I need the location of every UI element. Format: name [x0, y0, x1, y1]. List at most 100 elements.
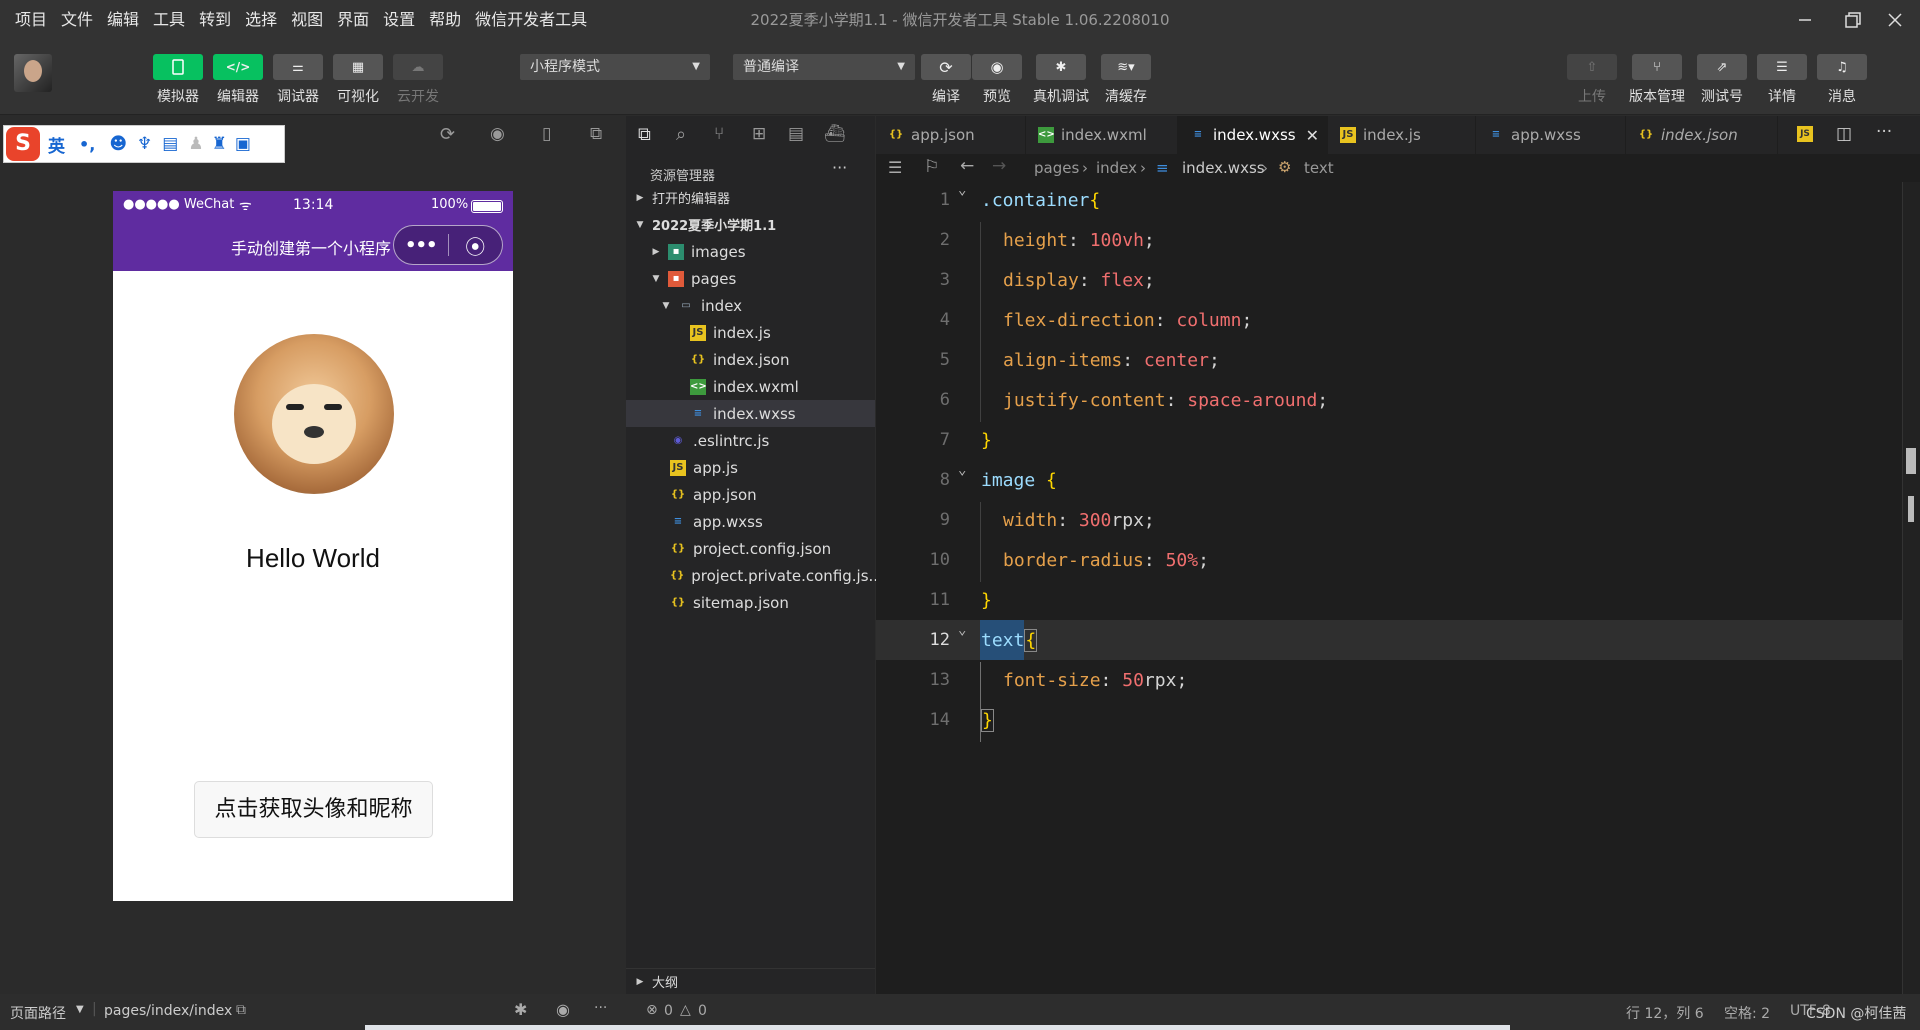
back-arrow-icon[interactable]: ← [960, 156, 974, 176]
list-icon[interactable]: ☰ [888, 158, 902, 177]
menu-tools[interactable]: 工具 [146, 0, 192, 40]
docker-icon[interactable]: ⛴ [824, 124, 846, 144]
tree-folder-pages[interactable]: ▼ ▪ pages [626, 265, 875, 292]
tree-file-index-json[interactable]: {} index.json [626, 346, 875, 373]
tree-file-sitemap[interactable]: {} sitemap.json [626, 589, 875, 616]
tree-file-app-js[interactable]: JS app.js [626, 454, 875, 481]
chevron-down-icon[interactable]: ▼ [76, 1004, 84, 1015]
menu-edit[interactable]: 编辑 [100, 0, 146, 40]
user-icon[interactable]: ♟ [188, 134, 203, 154]
menu-interface[interactable]: 界面 [330, 0, 376, 40]
tree-file-app-json[interactable]: {} app.json [626, 481, 875, 508]
bookmark-icon[interactable]: ⚐ [924, 157, 939, 177]
menu-project[interactable]: 项目 [0, 0, 54, 40]
visual-button[interactable]: ▦ 可视化 [333, 54, 383, 106]
layout-panel-icon[interactable]: ▤ [788, 124, 804, 144]
tab-index-wxss[interactable]: ≡ index.wxss ✕ [1178, 116, 1328, 154]
outline-section[interactable]: ▶ 大纲 [626, 968, 875, 994]
menu-settings[interactable]: 设置 [376, 0, 422, 40]
fold-chevron-icon[interactable]: ⌄ [958, 462, 966, 478]
punctuation-icon[interactable]: •, [79, 135, 95, 154]
tab-index-js[interactable]: JS index.js [1328, 116, 1476, 154]
tree-file-app-wxss[interactable]: ≡ app.wxss [626, 508, 875, 535]
more-actions-icon[interactable]: ··· [832, 158, 847, 177]
menu-select[interactable]: 选择 [238, 0, 284, 40]
close-window-button[interactable] [1870, 0, 1920, 40]
ime-language[interactable]: 英 [48, 132, 65, 157]
more-icon[interactable]: ··· [1876, 122, 1892, 142]
minimize-button[interactable] [1780, 0, 1830, 40]
version-button[interactable]: ⑂ 版本管理 [1629, 54, 1685, 106]
tree-file-project-config[interactable]: {} project.config.json [626, 535, 875, 562]
tree-file-index-js[interactable]: JS index.js [626, 319, 875, 346]
emoji-icon[interactable]: ☻ [109, 134, 127, 154]
indentation[interactable]: 空格: 2 [1724, 1003, 1770, 1023]
clear-cache-button[interactable]: ≋▾ 清缓存 [1101, 54, 1151, 106]
menu-wechat-devtools[interactable]: 微信开发者工具 [468, 0, 594, 40]
microphone-icon[interactable]: ♆ [137, 134, 152, 154]
menu-view[interactable]: 视图 [284, 0, 330, 40]
detach-window-icon[interactable]: ⧉ [590, 124, 602, 144]
more-dots-icon[interactable]: ••• [394, 235, 448, 256]
rotate-icon[interactable]: ⟳ [440, 124, 455, 145]
messages-button[interactable]: ♫ 消息 [1817, 54, 1867, 106]
debugger-button[interactable]: ⚌ 调试器 [273, 54, 323, 106]
tree-file-index-wxss[interactable]: ≡ index.wxss [626, 400, 875, 427]
bug-icon[interactable]: ✱ [514, 1000, 527, 1019]
extensions-icon[interactable]: ⊞ [752, 124, 766, 144]
open-editors-section[interactable]: ▶ 打开的编辑器 [626, 184, 875, 211]
breadcrumb-symbol[interactable]: text [1304, 159, 1334, 177]
files-icon[interactable]: ⧉ [638, 124, 651, 145]
compile-mode-select[interactable]: 普通编译 ▼ [733, 54, 915, 80]
upload-button[interactable]: ⇧ 上传 [1567, 54, 1617, 106]
simulator-button[interactable]: 模拟器 [153, 54, 203, 106]
breadcrumb-file[interactable]: index.wxss [1182, 159, 1265, 177]
source-control-icon[interactable]: ⑂ [714, 124, 724, 144]
remote-debug-button[interactable]: ✱ 真机调试 [1033, 54, 1089, 106]
copy-icon[interactable]: ⧉ [236, 1002, 246, 1018]
editor-scrollbar[interactable] [1902, 182, 1920, 994]
grid-icon[interactable]: ▣ [235, 134, 251, 154]
breadcrumb-pages[interactable]: pages [1034, 159, 1079, 177]
tree-file-project-private-config[interactable]: {} project.private.config.js... [626, 562, 883, 589]
close-tab-icon[interactable]: ✕ [1306, 126, 1319, 145]
search-icon[interactable]: ⌕ [676, 124, 686, 145]
tab-app-wxss[interactable]: ≡ app.wxss [1476, 116, 1626, 154]
cursor-position[interactable]: 行 12，列 6 [1626, 1003, 1704, 1023]
menu-file[interactable]: 文件 [54, 0, 100, 40]
eye-icon[interactable]: ◉ [556, 1000, 570, 1019]
code-editor[interactable]: 1 2 3 4 5 6 7 8 9 10 11 12 13 14 ⌄ ⌄ ⌄ .… [876, 182, 1920, 994]
preview-button[interactable]: ◉ 预览 [972, 54, 1022, 106]
tab-index-json[interactable]: {} index.json [1626, 116, 1778, 154]
breadcrumb-index[interactable]: index [1096, 159, 1137, 177]
editor-button[interactable]: </> 编辑器 [213, 54, 263, 106]
project-section[interactable]: ▼ 2022夏季小学期1.1 [626, 211, 875, 238]
device-icon[interactable]: ▯ [542, 124, 551, 144]
tree-folder-images[interactable]: ▶ ▪ images [626, 238, 875, 265]
record-icon[interactable]: ◉ [490, 124, 505, 144]
menu-help[interactable]: 帮助 [422, 0, 468, 40]
details-button[interactable]: ☰ 详情 [1757, 54, 1807, 106]
fold-chevron-icon[interactable]: ⌄ [958, 182, 966, 198]
compile-button[interactable]: ⟳ 编译 [921, 54, 971, 106]
split-editor-icon[interactable]: ◫ [1836, 124, 1852, 144]
tab-app-json[interactable]: {} app.json [876, 116, 1026, 154]
tree-file-eslintrc[interactable]: ◉ .eslintrc.js [626, 427, 875, 454]
user-avatar[interactable] [14, 54, 52, 92]
tree-folder-index[interactable]: ▼ ▭ index [626, 292, 875, 319]
tab-index-wxml[interactable]: <> index.wxml [1026, 116, 1178, 154]
fold-chevron-icon[interactable]: ⌄ [958, 622, 966, 638]
keyboard-icon[interactable]: ▤ [162, 134, 178, 154]
tree-file-index-wxml[interactable]: <> index.wxml [626, 373, 875, 400]
test-id-button[interactable]: ⇗ 测试号 [1697, 54, 1747, 106]
error-icon[interactable]: ⊗ [646, 1002, 658, 1018]
page-path-label[interactable]: 页面路径 [10, 1003, 66, 1023]
cloud-button[interactable]: ☁ 云开发 [393, 54, 443, 106]
warning-icon[interactable]: △ [680, 1002, 691, 1018]
close-miniprogram-icon[interactable]: ⦿ [448, 231, 502, 260]
more-icon[interactable]: ··· [594, 1000, 607, 1016]
mode-select[interactable]: 小程序模式 ▼ [520, 54, 710, 80]
get-userinfo-button[interactable]: 点击获取头像和昵称 [194, 781, 433, 838]
js-preview-icon[interactable]: JS [1797, 126, 1813, 142]
menu-goto[interactable]: 转到 [192, 0, 238, 40]
